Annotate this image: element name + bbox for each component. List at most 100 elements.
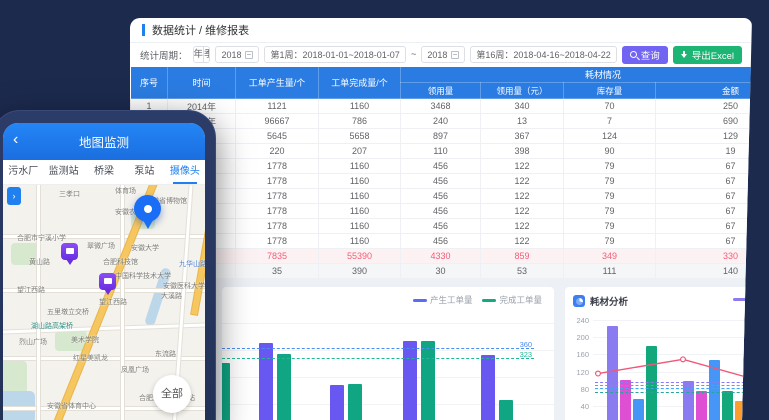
table-cell: 67 — [656, 219, 753, 234]
map-label: 东流路 — [155, 349, 176, 359]
table-cell: 79 — [564, 174, 656, 189]
table-row: 10第17周177811604561227967 — [131, 234, 753, 249]
table-cell: 13 — [481, 114, 564, 129]
table-cell: 122 — [481, 204, 564, 219]
report-table: 序号 时间 工单产生量/个 工单完成量/个 耗材情况 领用量 领用量（元） 库存… — [130, 66, 752, 279]
chart-bar — [499, 400, 513, 420]
map-label: 体育场 — [115, 186, 136, 196]
map-label: 五里墩立交桥 — [47, 307, 89, 317]
table-cell: 96667 — [236, 114, 319, 129]
table-cell: 7 — [564, 114, 656, 129]
map-label: 大溪路 — [161, 291, 182, 301]
breadcrumb: 数据统计 / 维修报表 — [130, 18, 752, 43]
download-icon — [681, 51, 688, 59]
table-cell: 67 — [656, 174, 753, 189]
calendar-icon — [451, 51, 459, 59]
period-option-季[interactable]: 季 — [204, 47, 210, 62]
table-cell: 456 — [401, 159, 481, 174]
table-cell: 122 — [481, 219, 564, 234]
table-cell: 1121 — [236, 99, 319, 114]
table-cell: 1778 — [236, 219, 319, 234]
table-cell: 79 — [564, 219, 656, 234]
table-cell: 124 — [564, 129, 656, 144]
sub-header: 领用量 — [401, 83, 481, 99]
map-label: 湖山路高架桥 — [31, 321, 73, 331]
table-cell: 4330 — [401, 249, 481, 264]
phone-tab-泵站[interactable]: 泵站 — [124, 160, 164, 184]
table-cell: 220 — [236, 144, 319, 159]
phone-tab-摄像头[interactable]: 摄像头 — [165, 160, 205, 184]
phone-tab-桥梁[interactable]: 桥梁 — [84, 160, 124, 184]
year-end-select[interactable]: 2018 — [421, 46, 465, 63]
phone-tab-监测站[interactable]: 监测站 — [43, 160, 83, 184]
year-start-select[interactable]: 2018 — [215, 46, 259, 63]
phone-screen: ‹ 地图监测 污水厂监测站桥梁泵站摄像头 — [3, 123, 205, 420]
table-cell: 1160 — [319, 99, 401, 114]
export-excel-button[interactable]: 导出Excel — [673, 46, 742, 64]
table-row: 32016年56455658897367124129 — [131, 129, 753, 144]
map-label: 烈山广场 — [19, 337, 47, 347]
table-cell: 398 — [481, 144, 564, 159]
calendar-icon — [245, 51, 253, 59]
sub-header: 金额 — [656, 83, 753, 99]
table-cell: 456 — [401, 204, 481, 219]
map-road — [37, 185, 40, 420]
map-label: 望江西路 — [17, 285, 45, 295]
map-label: 安徽省体育中心 — [47, 401, 96, 411]
left-chart-plot: 360323 — [222, 287, 554, 420]
phone-tab-bar: 污水厂监测站桥梁泵站摄像头 — [3, 160, 205, 185]
table-cell: 111 — [564, 264, 656, 279]
map-label: 九华山路 — [179, 259, 205, 269]
right-chart-plot: 2402001601208040 — [565, 287, 752, 420]
table-cell: 79 — [564, 159, 656, 174]
table-cell: 122 — [481, 234, 564, 249]
table-cell: 110 — [401, 144, 481, 159]
table-cell: 30 — [401, 264, 481, 279]
phone-tab-污水厂[interactable]: 污水厂 — [3, 160, 43, 184]
table-cell: 240 — [401, 114, 481, 129]
table-cell: 1778 — [236, 234, 319, 249]
reference-line: 360 — [222, 348, 534, 349]
table-cell: 690 — [656, 114, 753, 129]
location-pin[interactable] — [134, 195, 161, 222]
camera-pin[interactable] — [61, 243, 78, 260]
col-header-completed: 工单完成量/个 — [319, 67, 401, 99]
breadcrumb-accent — [142, 24, 145, 36]
table-cell: 897 — [401, 129, 481, 144]
range-end-input[interactable]: 第16周：2018-04-16~2018-04-22 — [470, 46, 616, 63]
map-label: 三孝口 — [59, 189, 80, 199]
table-row: 5第12周177811604561227967 — [131, 159, 753, 174]
table-cell: 330 — [656, 249, 753, 264]
table-cell: 1778 — [236, 189, 319, 204]
material-chart-card: 耗材分析 2402001601208040 — [565, 287, 752, 420]
table-cell: 3468 — [401, 99, 481, 114]
period-option-年[interactable]: 年 — [194, 47, 205, 62]
search-button[interactable]: 查询 — [622, 46, 668, 64]
back-icon[interactable]: ‹ — [13, 131, 18, 149]
sub-header: 库存量 — [564, 83, 656, 99]
camera-pin[interactable] — [99, 273, 116, 290]
reference-label: 360 — [520, 340, 533, 349]
table-cell: 1160 — [319, 174, 401, 189]
map-label: 合肥科技馆 — [103, 257, 138, 267]
chart-bar — [259, 343, 273, 420]
table-row: 12014年11211160346834070250 — [131, 99, 753, 114]
map-expander-button[interactable]: › — [7, 187, 21, 205]
workorder-chart-card: 产生工单量完成工单量 360323 — [222, 287, 554, 420]
table-cell: 122 — [481, 174, 564, 189]
col-header-created: 工单产生量/个 — [236, 67, 319, 99]
table-cell: 67 — [656, 159, 753, 174]
sub-header: 领用量（元） — [481, 83, 564, 99]
table-row: 合计7835553904330859349330 — [131, 249, 753, 264]
col-header-time: 时间 — [168, 67, 236, 99]
all-button[interactable]: 全部 — [153, 375, 191, 413]
col-header-group: 耗材情况 — [401, 67, 753, 83]
period-segmented-control: 年季月周日 — [193, 46, 211, 63]
table-cell: 456 — [401, 234, 481, 249]
table-cell: 140 — [656, 264, 753, 279]
map-view[interactable]: 三孝口体育场安徽省博物馆安徽农业大学合肥市宁溪小学翠微广场安徽大学合肥科技馆黄山… — [3, 185, 205, 420]
range-start-input[interactable]: 第1周：2018-01-01~2018-01-07 — [264, 46, 405, 63]
table-cell: 90 — [564, 144, 656, 159]
table-cell: 456 — [401, 189, 481, 204]
reference-label: 323 — [520, 350, 533, 359]
